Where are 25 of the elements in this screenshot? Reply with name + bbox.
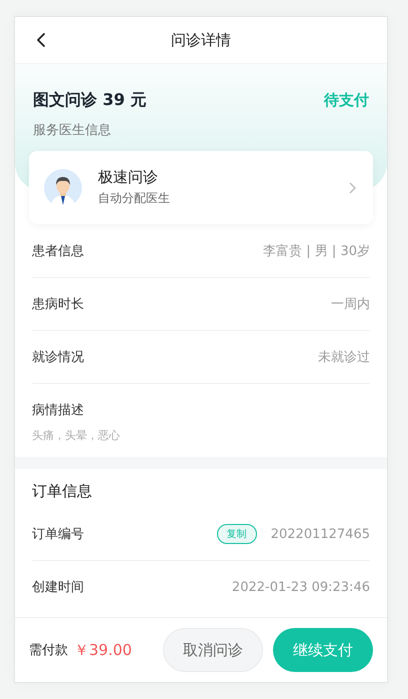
- section-title: 订单信息: [32, 481, 93, 502]
- field-label: 就诊情况: [32, 349, 84, 366]
- consultation-title: 图文问诊 39 元: [33, 90, 146, 111]
- doctor-name: 极速问诊: [98, 168, 159, 187]
- field-label: 创建时间: [32, 579, 84, 596]
- field-value: 202201127465: [270, 526, 370, 542]
- field-value: 头痛，头晕，恶心: [32, 428, 121, 443]
- field-label: 患者信息: [32, 243, 84, 260]
- section-subtitle: 服务医生信息: [33, 122, 112, 139]
- cancel-button[interactable]: 取消问诊: [163, 628, 263, 672]
- field-value: 未就诊过: [318, 349, 370, 366]
- doctor-note: 自动分配医生: [98, 190, 171, 207]
- field-label: 患病时长: [32, 296, 84, 313]
- doctor-card[interactable]: 极速问诊 自动分配医生: [29, 151, 373, 224]
- field-label: 病情描述: [32, 402, 85, 419]
- field-label: 订单编号: [32, 526, 84, 543]
- doctor-avatar: [44, 168, 82, 206]
- field-value: 李富贵 | 男 | 30岁: [263, 243, 370, 260]
- page-title: 问诊详情: [171, 30, 231, 50]
- amount-label: 需付款: [29, 642, 68, 659]
- amount-value: ￥39.00: [74, 640, 133, 660]
- field-value: 2022-01-23 09:23:46: [232, 580, 370, 594]
- status-label: 待支付: [324, 91, 369, 110]
- field-value: 一周内: [331, 296, 370, 313]
- chevron-right-icon: [349, 182, 357, 194]
